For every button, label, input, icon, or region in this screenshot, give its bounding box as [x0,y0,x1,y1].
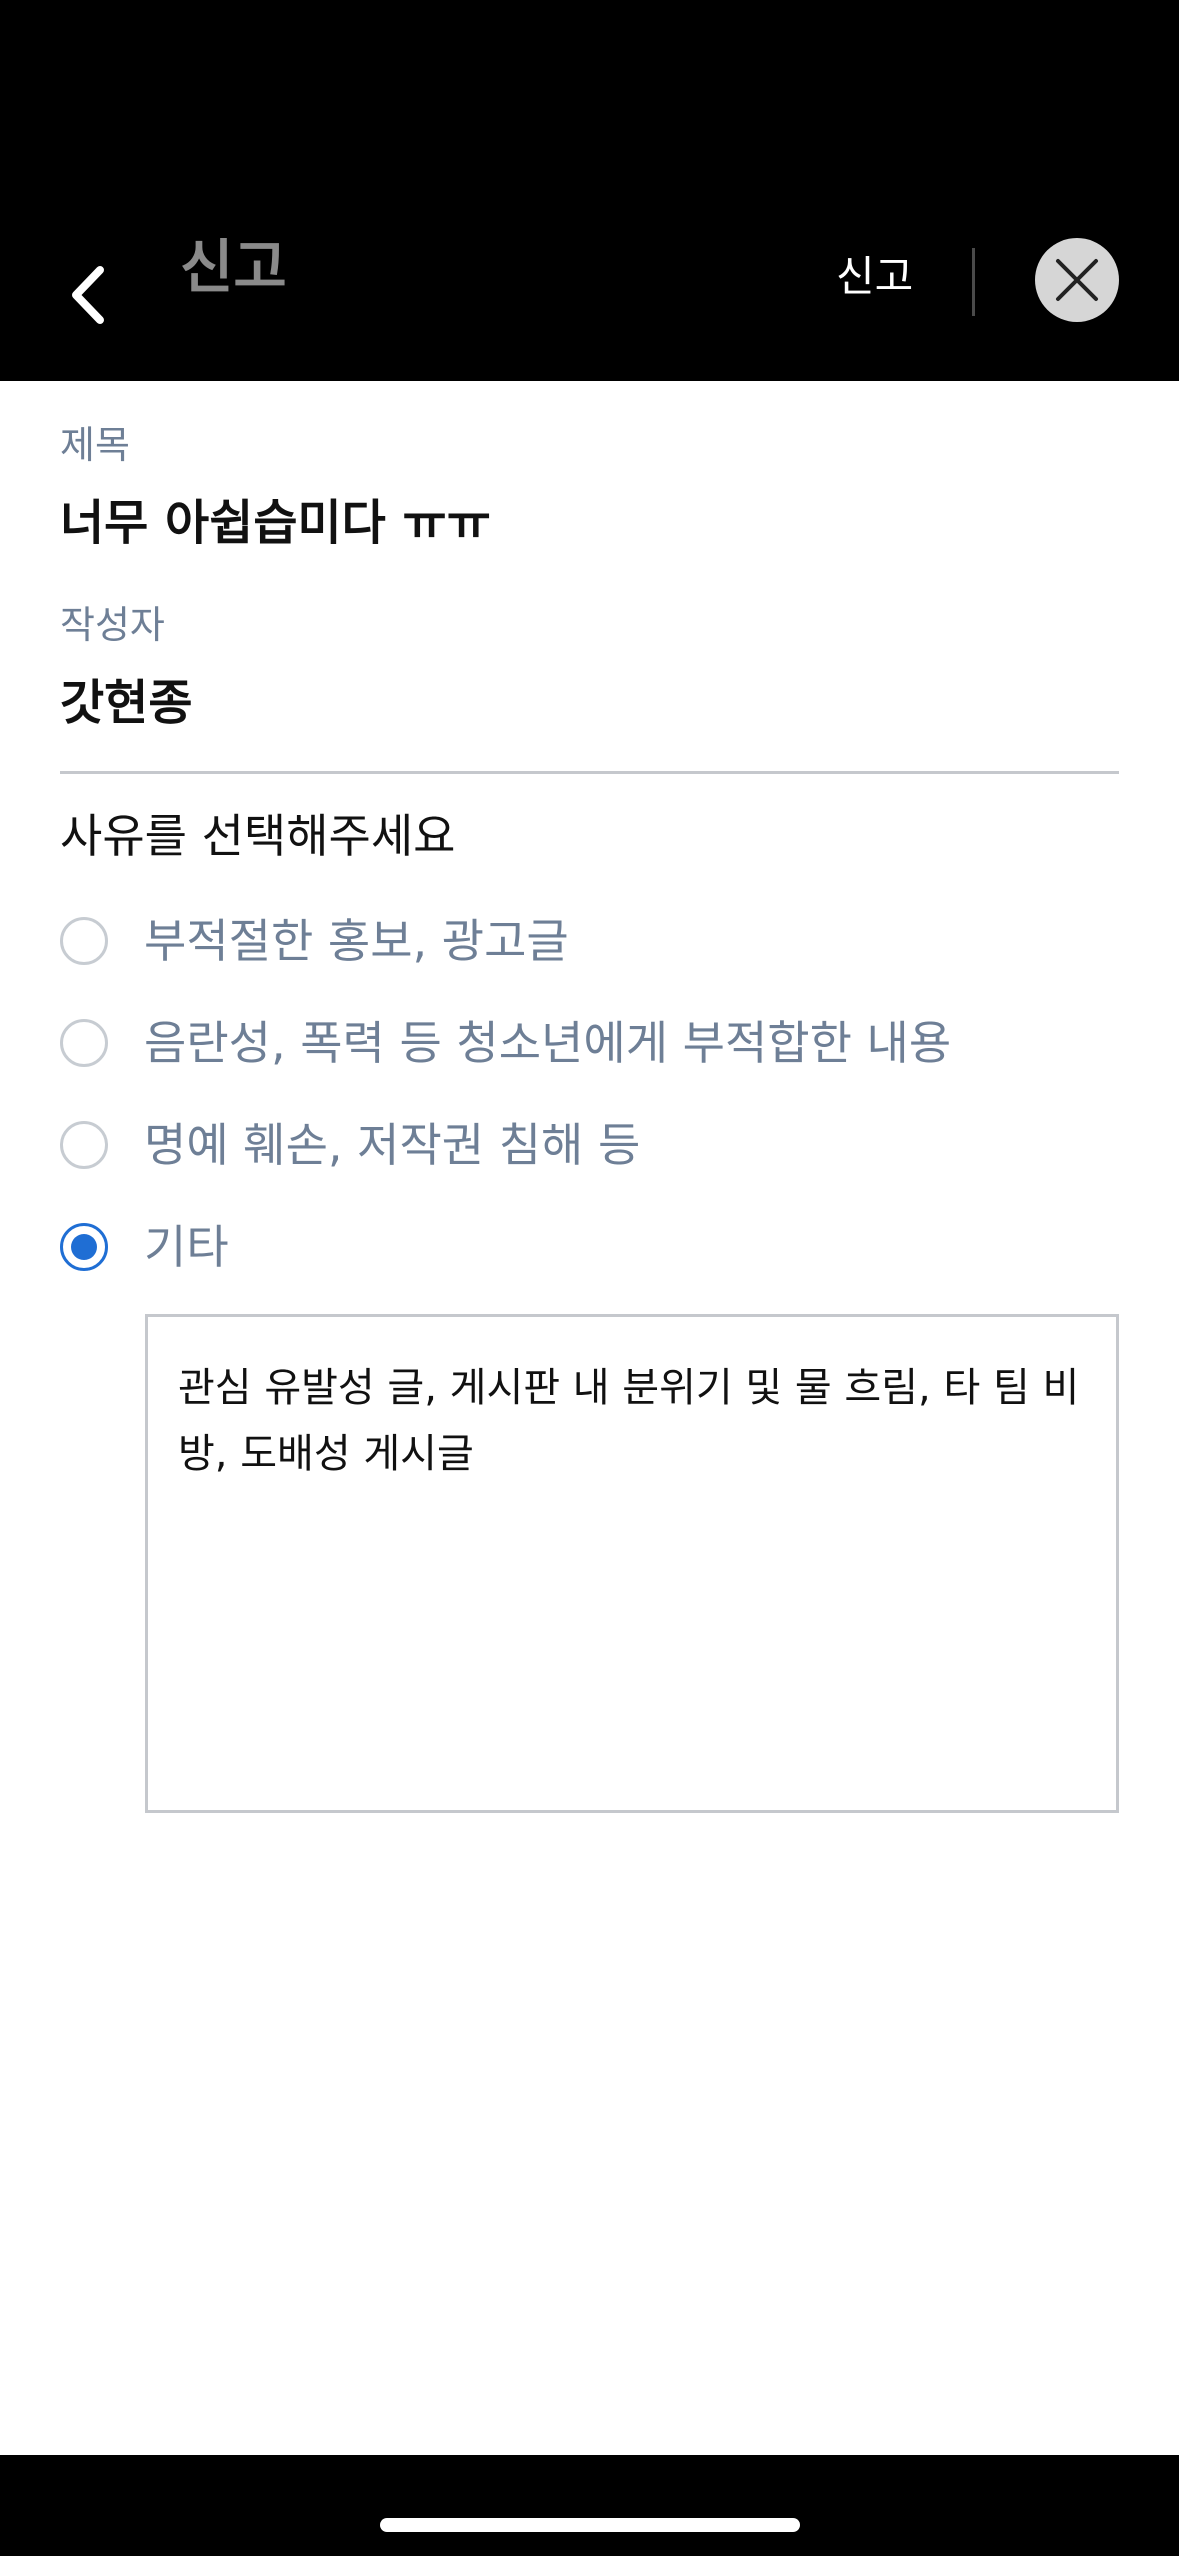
reason-option-defamation[interactable]: 명예 훼손, 저작권 침해 등 [60,1115,640,1175]
reason-heading: 사유를 선택해주세요 [60,809,456,863]
reason-option-promotion[interactable]: 부적절한 홍보, 광고글 [60,911,569,971]
reason-option-label: 부적절한 홍보, 광고글 [144,914,569,968]
post-title-label: 제목 [60,423,130,467]
close-button[interactable] [1035,238,1119,322]
back-button[interactable] [48,250,128,340]
close-icon [1056,259,1098,301]
radio-button[interactable] [60,1019,108,1067]
other-reason-textarea[interactable]: 관심 유발성 글, 게시판 내 분위기 및 물 흐림, 타 팀 비방, 도배성 … [145,1314,1119,1813]
radio-button[interactable] [60,917,108,965]
reason-option-other[interactable]: 기타 [60,1217,229,1277]
navigation-bar: 신고 신고 [0,160,1179,381]
home-indicator[interactable] [380,2518,800,2532]
chevron-left-icon [72,266,104,324]
author-label: 작성자 [60,603,165,647]
home-indicator-area [0,2455,1179,2556]
reason-option-label: 음란성, 폭력 등 청소년에게 부적합한 내용 [144,1016,952,1070]
radio-selected-dot [71,1234,97,1260]
report-form: 제목 너무 아쉽습미다 ㅠㅠ 작성자 갓현종 사유를 선택해주세요 부적절한 홍… [0,381,1179,2455]
reason-option-label: 기타 [144,1220,229,1274]
header-divider [972,248,975,316]
section-divider [60,771,1119,774]
reason-option-inappropriate[interactable]: 음란성, 폭력 등 청소년에게 부적합한 내용 [60,1013,951,1073]
reason-option-label: 명예 훼손, 저작권 침해 등 [144,1118,641,1172]
status-bar [0,0,1179,160]
report-submit-button[interactable]: 신고 [836,256,913,298]
radio-button-selected[interactable] [60,1223,108,1271]
page-title: 신고 [180,233,287,301]
post-title-value: 너무 아쉽습미다 ㅠㅠ [60,495,491,551]
radio-button[interactable] [60,1121,108,1169]
author-value: 갓현종 [60,675,193,731]
